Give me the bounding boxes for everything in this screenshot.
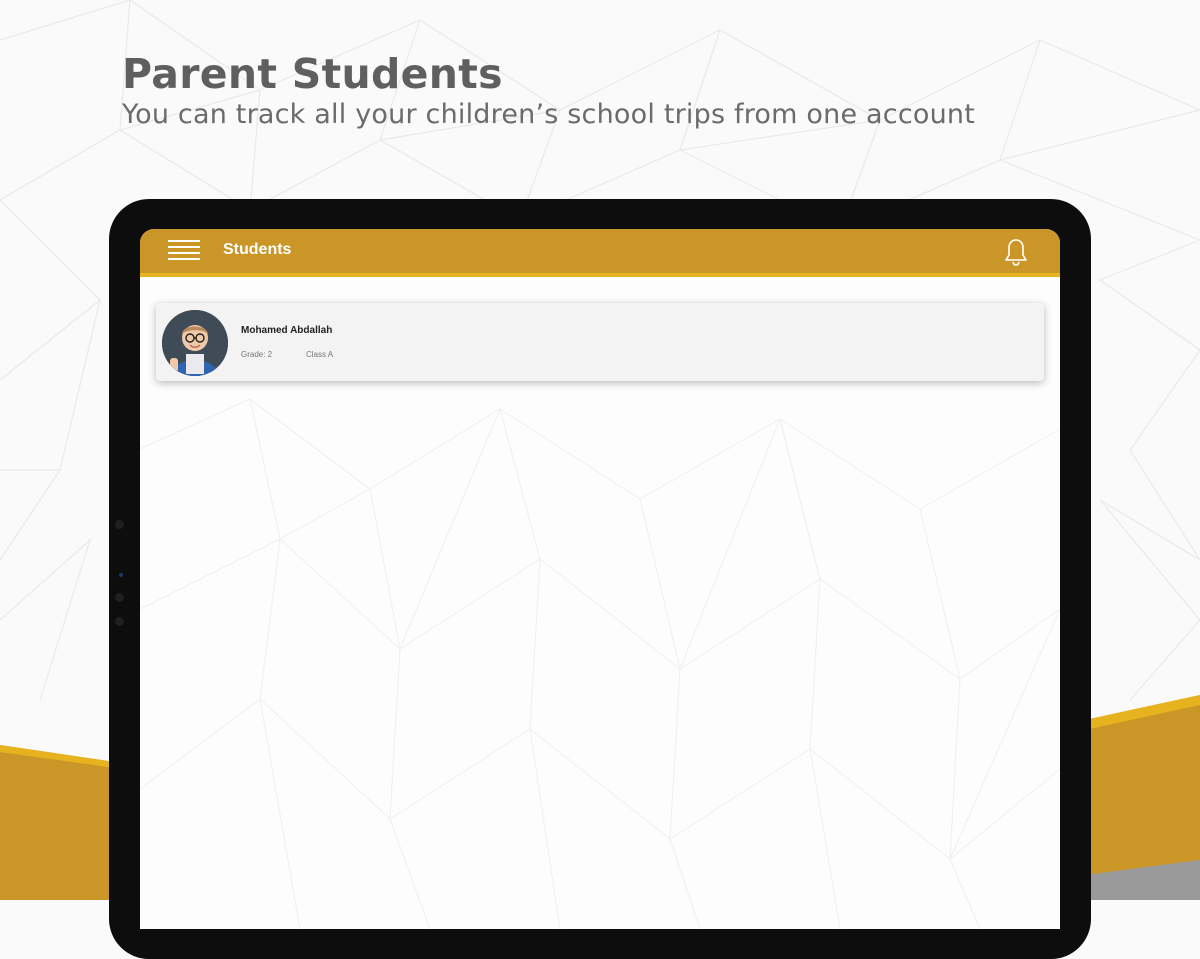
page-title: Parent Students bbox=[122, 50, 503, 98]
student-class: Class A bbox=[306, 350, 334, 359]
student-card[interactable]: Mohamed Abdallah Grade: 2 Class A bbox=[156, 303, 1044, 381]
bell-icon[interactable] bbox=[1004, 238, 1028, 266]
student-photo bbox=[162, 310, 228, 376]
student-avatar bbox=[162, 310, 228, 376]
tablet-side-button bbox=[115, 617, 124, 626]
app-bar-title: Students bbox=[223, 241, 292, 258]
student-grade: Grade: 2 bbox=[241, 350, 273, 359]
tablet-side-button bbox=[115, 520, 124, 529]
app-screen: Students Mohamed Abdallah Grade: 2 Class… bbox=[140, 229, 1060, 929]
page-subtitle: You can track all your children’s school… bbox=[122, 99, 976, 130]
hamburger-menu-icon[interactable] bbox=[168, 240, 200, 262]
student-name: Mohamed Abdallah bbox=[241, 325, 333, 336]
tablet-camera-dot bbox=[119, 573, 123, 577]
app-bar: Students bbox=[140, 229, 1060, 277]
tablet-side-button bbox=[115, 593, 124, 602]
